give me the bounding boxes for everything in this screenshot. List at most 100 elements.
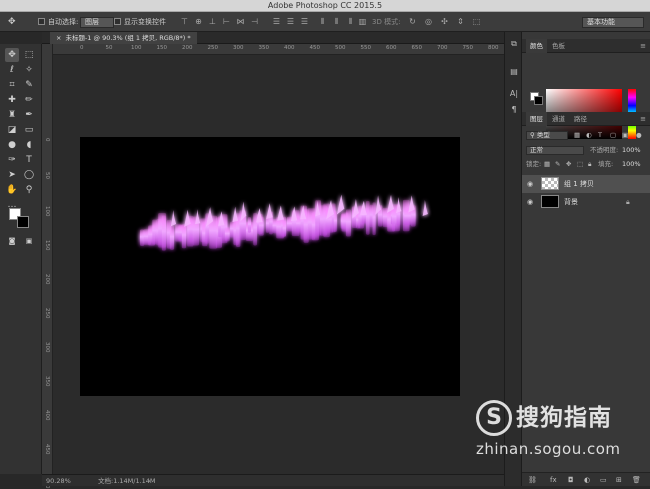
lock-artboard-icon[interactable]: ⬚ bbox=[577, 158, 583, 171]
background-color-swatch[interactable] bbox=[17, 216, 29, 228]
clone-stamp-tool-icon[interactable]: ♜ bbox=[5, 108, 19, 122]
character-panel-icon[interactable]: A| bbox=[508, 88, 520, 100]
align-left-icon[interactable]: ⊢ bbox=[222, 17, 231, 26]
auto-select-dropdown[interactable]: 图层 bbox=[80, 17, 114, 28]
distribute-top-icon[interactable]: ☰ bbox=[272, 17, 281, 26]
color-background-swatch[interactable] bbox=[534, 96, 543, 105]
pen-tool-icon[interactable]: ✑ bbox=[5, 153, 19, 167]
filter-type-icon[interactable]: T bbox=[598, 129, 602, 142]
magic-wand-tool-icon[interactable]: ✧ bbox=[22, 63, 36, 77]
layer-row[interactable]: ◉ 背景 🔒︎ bbox=[522, 193, 650, 211]
auto-align-icon[interactable]: ▥ bbox=[358, 17, 367, 26]
brush-tool-icon[interactable]: ✏ bbox=[22, 93, 36, 107]
lock-all-icon[interactable]: 🔒︎ bbox=[588, 158, 591, 171]
align-middle-icon[interactable]: ⊕ bbox=[194, 17, 203, 26]
scale-3d-icon[interactable]: ⬚ bbox=[472, 17, 481, 26]
dodge-tool-icon[interactable]: ◖ bbox=[22, 138, 36, 152]
layer-thumbnail bbox=[541, 177, 559, 190]
move-icon[interactable]: ✥ bbox=[8, 12, 16, 32]
eraser-tool-icon[interactable]: ◪ bbox=[5, 123, 19, 137]
workspace-dropdown[interactable]: 基本功能 bbox=[582, 17, 644, 28]
lock-position-icon[interactable]: ✥ bbox=[566, 158, 571, 171]
filter-smart-icon[interactable]: ▣ bbox=[622, 129, 628, 142]
zoom-level[interactable]: 90.28% bbox=[46, 475, 71, 487]
tab-layers[interactable]: 图层 bbox=[526, 112, 547, 126]
rotate-3d-icon[interactable]: ↻ bbox=[408, 17, 417, 26]
tab-paths[interactable]: 路径 bbox=[570, 112, 591, 126]
layer-name[interactable]: 背景 bbox=[564, 193, 578, 211]
filter-kind-dropdown[interactable]: ⚲ 类型 bbox=[526, 131, 568, 140]
distribute-right-icon[interactable]: ⦀ bbox=[346, 17, 355, 26]
panel-menu-icon[interactable]: ≡ bbox=[640, 112, 646, 126]
align-top-icon[interactable]: ⊤ bbox=[180, 17, 189, 26]
flame-tip bbox=[336, 194, 345, 215]
document-tab[interactable]: × 未标题-1 @ 90.3% (组 1 拷贝, RGB/8*) * bbox=[50, 32, 197, 44]
filter-toggle-icon[interactable]: ● bbox=[636, 129, 642, 142]
slide-3d-icon[interactable]: ⇕ bbox=[456, 17, 465, 26]
fx-icon[interactable]: fx bbox=[550, 473, 557, 487]
distribute-left-icon[interactable]: ⦀ bbox=[318, 17, 327, 26]
show-transform-checkbox[interactable] bbox=[114, 18, 121, 25]
document-canvas[interactable] bbox=[80, 137, 460, 396]
screen-mode-icon[interactable]: ▣ bbox=[22, 234, 36, 248]
ruler-tick-label: 200 bbox=[44, 274, 50, 285]
path-selection-tool-icon[interactable]: ➤ bbox=[5, 168, 19, 182]
zoom-tool-icon[interactable]: ⚲ bbox=[22, 183, 36, 197]
adjustment-icon[interactable]: ◐ bbox=[584, 473, 590, 487]
opacity-value[interactable]: 100% bbox=[622, 144, 641, 157]
title-bar: Adobe Photoshop CC 2015.5 bbox=[0, 0, 650, 18]
ellipse-tool-icon[interactable]: ◯ bbox=[22, 168, 36, 182]
crop-tool-icon[interactable]: ⌗ bbox=[5, 78, 19, 92]
filter-adjust-icon[interactable]: ◐ bbox=[586, 129, 592, 142]
visibility-eye-icon[interactable]: ◉ bbox=[527, 175, 533, 193]
mask-icon[interactable]: ◘ bbox=[568, 473, 574, 487]
new-layer-icon[interactable]: ⊞ bbox=[616, 473, 622, 487]
move-tool-icon[interactable]: ✥ bbox=[5, 48, 19, 62]
filter-pixel-icon[interactable]: ▦ bbox=[574, 129, 580, 142]
doc-size[interactable]: 文档:1.14M/1.14M bbox=[98, 475, 156, 487]
watermark-brand: 搜狗指南 bbox=[516, 405, 612, 431]
align-bottom-icon[interactable]: ⊥ bbox=[208, 17, 217, 26]
tab-swatches[interactable]: 色板 bbox=[548, 39, 569, 53]
distribute-bottom-icon[interactable]: ☰ bbox=[300, 17, 309, 26]
tab-channels[interactable]: 通道 bbox=[548, 112, 569, 126]
ruler-tick-label: 500 bbox=[335, 45, 346, 51]
close-icon[interactable]: × bbox=[56, 34, 61, 42]
distribute-center-icon[interactable]: ⦀ bbox=[332, 17, 341, 26]
lock-transparent-icon[interactable]: ▦ bbox=[544, 158, 550, 171]
blur-tool-icon[interactable]: ● bbox=[5, 138, 19, 152]
hand-tool-icon[interactable]: ✋ bbox=[5, 183, 19, 197]
filter-shape-icon[interactable]: ▢ bbox=[610, 129, 616, 142]
link-icon[interactable]: ⛓ bbox=[528, 473, 537, 487]
history-panel-icon[interactable]: ⧉ bbox=[508, 38, 520, 50]
eyedropper-tool-icon[interactable]: ✎ bbox=[22, 78, 36, 92]
layer-row[interactable]: ◉ 组 1 拷贝 bbox=[522, 175, 650, 193]
healing-brush-tool-icon[interactable]: ✚ bbox=[5, 93, 19, 107]
align-center-icon[interactable]: ⋈ bbox=[236, 17, 245, 26]
fill-value[interactable]: 100% bbox=[622, 158, 641, 171]
marquee-tool-icon[interactable]: ⬚ bbox=[22, 48, 36, 62]
align-right-icon[interactable]: ⊣ bbox=[250, 17, 259, 26]
tab-color[interactable]: 颜色 bbox=[526, 39, 547, 53]
auto-select-checkbox[interactable] bbox=[38, 18, 45, 25]
history-brush-tool-icon[interactable]: ✒ bbox=[22, 108, 36, 122]
lock-image-icon[interactable]: ✎ bbox=[555, 158, 560, 171]
visibility-eye-icon[interactable]: ◉ bbox=[527, 193, 533, 211]
folder-icon[interactable]: ▭ bbox=[600, 473, 607, 487]
lasso-tool-icon[interactable]: ℓ bbox=[5, 63, 19, 77]
trash-icon[interactable]: 🗑︎ bbox=[632, 473, 641, 487]
drag-3d-icon[interactable]: ✣ bbox=[440, 17, 449, 26]
type-tool-icon[interactable]: T bbox=[22, 153, 36, 167]
ruler-tick-label: 450 bbox=[44, 444, 50, 455]
blend-mode-dropdown[interactable]: 正常 bbox=[526, 146, 584, 155]
panel-menu-icon[interactable]: ≡ bbox=[640, 39, 646, 53]
status-arrow-icon[interactable]: › bbox=[148, 475, 151, 487]
distribute-middle-icon[interactable]: ☰ bbox=[286, 17, 295, 26]
quick-mask-icon[interactable]: ◙ bbox=[5, 234, 19, 248]
gradient-tool-icon[interactable]: ▭ bbox=[22, 123, 36, 137]
properties-panel-icon[interactable]: ▤ bbox=[508, 66, 520, 78]
paragraph-panel-icon[interactable]: ¶ bbox=[508, 104, 520, 116]
ruler-tick-label: 750 bbox=[462, 45, 474, 51]
roll-3d-icon[interactable]: ◎ bbox=[424, 17, 433, 26]
layer-name[interactable]: 组 1 拷贝 bbox=[564, 175, 594, 193]
